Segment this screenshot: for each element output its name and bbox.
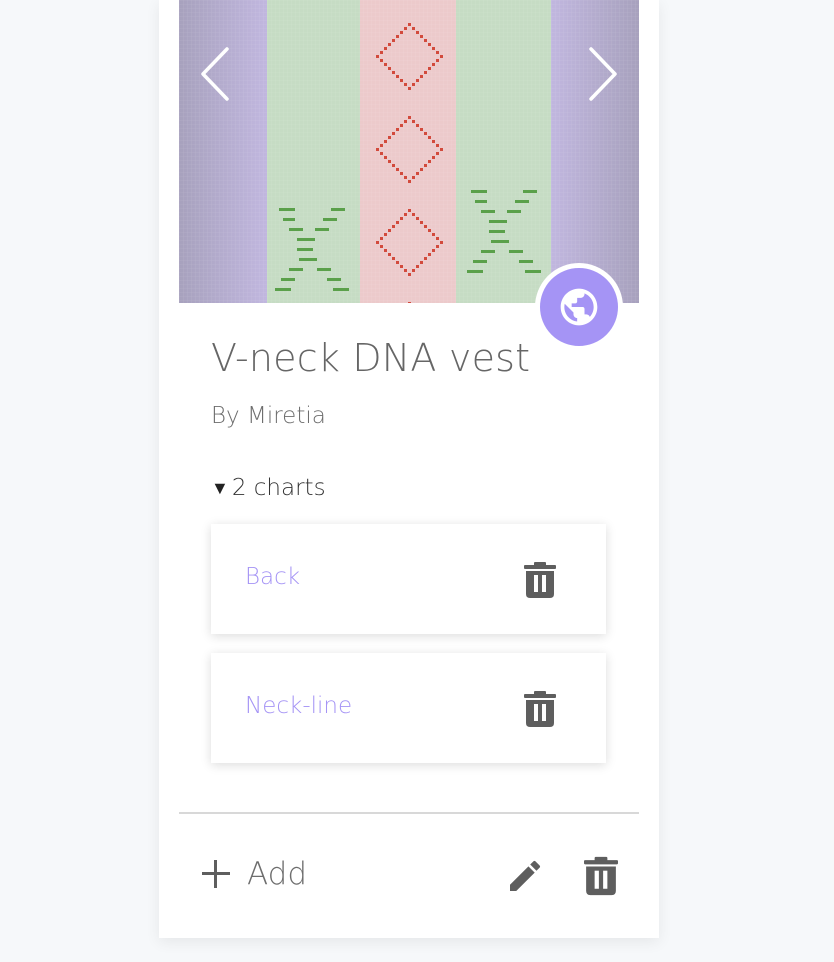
trash-icon xyxy=(524,691,556,727)
triangle-down-icon: ▼ xyxy=(211,477,229,499)
chart-link-back[interactable]: Back xyxy=(245,564,300,590)
chart-preview-image xyxy=(179,0,639,303)
charts-disclosure-toggle[interactable]: ▼ 2 charts xyxy=(211,475,326,501)
chart-preview-carousel[interactable] xyxy=(179,0,639,303)
trash-icon xyxy=(524,562,556,598)
footer-divider xyxy=(179,812,639,814)
globe-icon xyxy=(560,288,598,326)
delete-chart-button[interactable] xyxy=(524,691,556,727)
trash-icon xyxy=(584,856,618,896)
chevron-right-icon xyxy=(589,47,617,101)
pencil-icon xyxy=(510,860,541,891)
add-label: Add xyxy=(247,856,308,892)
pattern-card: V-neck DNA vest By Miretia ▼ 2 charts Ba… xyxy=(159,0,659,938)
carousel-prev-button[interactable] xyxy=(195,44,235,104)
pattern-author: By Miretia xyxy=(211,403,326,429)
chart-list-item: Back xyxy=(211,524,606,634)
delete-pattern-button[interactable] xyxy=(584,856,618,896)
chart-list-item: Neck-line xyxy=(211,653,606,763)
charts-count-label: 2 charts xyxy=(231,475,326,501)
chevron-left-icon xyxy=(201,47,229,101)
pattern-title: V-neck DNA vest xyxy=(211,336,531,380)
chart-link-neck-line[interactable]: Neck-line xyxy=(245,693,352,719)
plus-icon xyxy=(201,859,231,889)
public-visibility-badge[interactable] xyxy=(535,263,623,351)
delete-chart-button[interactable] xyxy=(524,562,556,598)
add-chart-button[interactable]: Add xyxy=(201,856,307,892)
edit-pattern-button[interactable] xyxy=(505,856,545,896)
carousel-next-button[interactable] xyxy=(583,44,623,104)
